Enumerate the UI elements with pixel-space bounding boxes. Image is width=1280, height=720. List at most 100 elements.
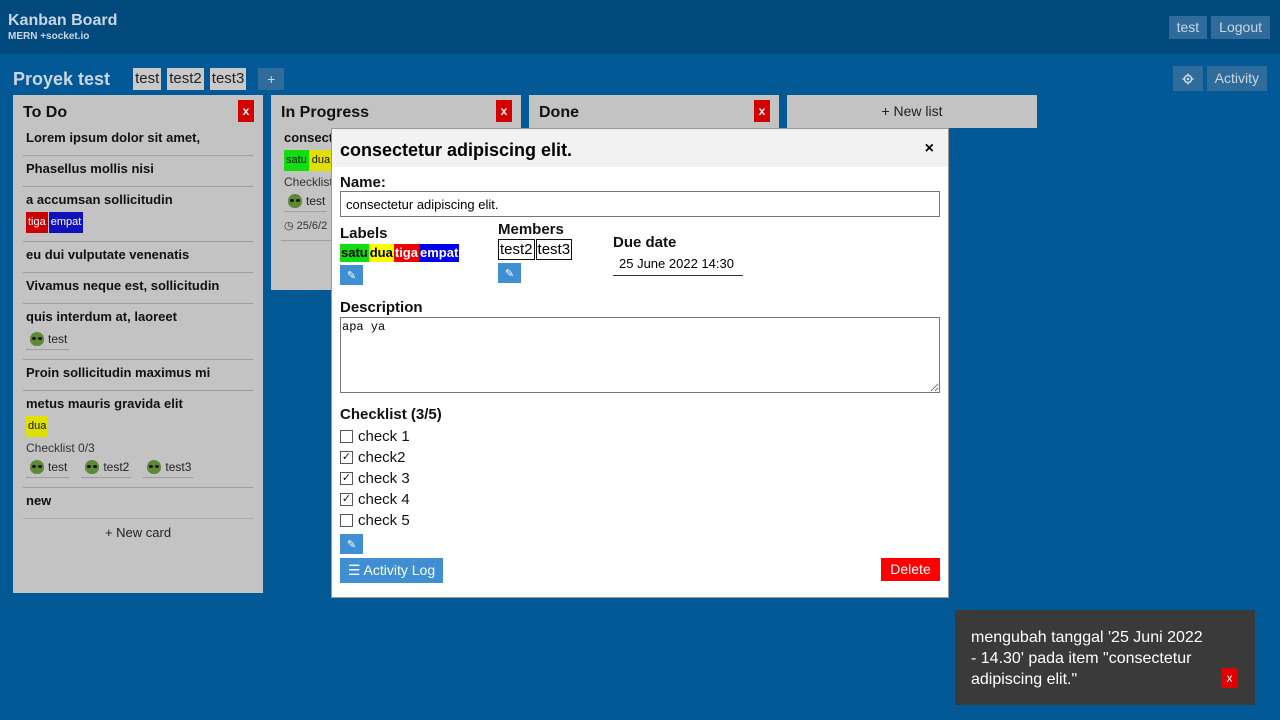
description-textarea[interactable]: apa ya [340,317,940,393]
list-header: In Progress x [271,95,521,125]
due-date-input[interactable]: 25 June 2022 14:30 [613,252,743,276]
logout-button[interactable]: Logout [1211,16,1270,39]
activity-button[interactable]: Activity [1206,66,1267,91]
list-title: To Do [23,104,68,121]
edit-labels-button[interactable]: ✎ [340,265,363,285]
list-title: Done [539,104,579,121]
card[interactable]: Phasellus mollis nisi [23,156,253,187]
card-member: test [284,194,328,212]
checkbox[interactable] [340,430,353,443]
checklist-section: Checklist (3/5) check 1 ✓ check2 ✓ check 3… [340,406,442,554]
card-container: Lorem ipsum dolor sit amet, Phasellus mo… [13,125,263,518]
edit-members-button[interactable]: ✎ [498,263,521,283]
members-label: Members [498,221,564,238]
label-tiga: tiga [26,212,48,233]
new-card-button[interactable]: + New card [23,518,253,546]
user-controls: test Logout [1168,16,1270,39]
card-title: metus mauris gravida elit [26,396,183,411]
card-member: test2 [81,460,132,478]
card-title: new [26,493,52,508]
gear-icon [1182,73,1194,84]
checklist-item-text: check 4 [358,491,410,508]
alien-avatar-icon [85,460,100,474]
member-tab-test2[interactable]: test2 [167,68,204,90]
checklist-progress: Checklist 0/3 [26,441,95,455]
card[interactable]: Vivamus neque est, sollicitudin [23,273,253,304]
delete-list-button[interactable]: x [496,100,512,122]
pencil-icon: ✎ [346,269,357,282]
app-title: Kanban Board [8,12,118,29]
list-todo: To Do x Lorem ipsum dolor sit amet, Phas… [13,95,263,593]
checklist-items: check 1 ✓ check2 ✓ check 3 ✓ check 4 check … [340,426,442,531]
labels-section: Labels satu dua tiga empat ✎ [340,225,460,285]
delete-list-button[interactable]: x [754,100,770,122]
label-dua: dua [368,244,394,262]
modal-title: consectetur adipiscing elit. [340,140,573,160]
delete-list-button[interactable]: x [238,100,254,122]
list-header: To Do x [13,95,263,125]
alien-avatar-icon [147,460,162,474]
alien-avatar-icon [30,332,44,346]
card[interactable]: new [23,488,253,518]
checkbox-checked[interactable]: ✓ [340,472,353,485]
label-dua: dua [26,416,49,437]
card-detail-modal: consectetur adipiscing elit. × Name: Lab… [331,128,949,598]
clock-icon: ◷ [284,220,294,232]
card-title: Lorem ipsum dolor sit amet, [26,130,201,145]
label-dua: dua [309,150,333,171]
card[interactable]: a accumsan sollicitudin tiga empat [23,187,253,242]
settings-button[interactable] [1172,66,1203,91]
card[interactable]: Lorem ipsum dolor sit amet, [23,125,253,156]
activity-log-button[interactable]: ☰ Activity Log [340,558,443,583]
label-satu: satu [284,150,309,171]
alien-avatar-icon [288,194,302,208]
card-member: test [26,460,70,478]
list-done: Done x [529,95,779,128]
card-title: eu dui vulputate venenatis [26,247,190,262]
checklist-label: Checklist (3/5) [340,406,442,423]
card[interactable]: Proin sollicitudin maximus mi [23,360,253,391]
card-title: Phasellus mollis nisi [26,161,154,176]
add-member-button[interactable]: + [258,68,285,90]
list-title: In Progress [281,104,370,121]
name-label: Name: [340,174,386,191]
checklist-item-text: check2 [358,449,406,466]
project-controls: Activity [1172,66,1267,91]
checkbox-checked[interactable]: ✓ [340,451,353,464]
toast-close-button[interactable]: x [1221,668,1238,688]
delete-card-button[interactable]: Delete [881,558,940,581]
list-header: Done x [529,95,779,125]
card[interactable]: quis interdum at, laoreet test [23,304,253,360]
project-title: Proyek test [13,68,111,89]
edit-checklist-button[interactable]: ✎ [340,534,363,554]
description-label: Description [340,299,423,316]
member-tab-test3[interactable]: test3 [209,68,247,90]
checklist-item-text: check 5 [358,512,410,529]
due-date-text: 25/6/2 [296,219,328,232]
label-tiga: tiga [393,244,419,262]
user-button[interactable]: test [1168,16,1208,39]
label-empat: empat [48,212,84,233]
card-title: a accumsan sollicitudin [26,192,173,207]
brand: Kanban Board MERN +socket.io [8,12,117,43]
toast-message: mengubah tanggal '25 Juni 2022 - 14.30' … [971,629,1203,688]
checklist-item: ✓ check 4 [340,489,442,510]
member-tab-test[interactable]: test [133,68,162,90]
member-chip: test2 [498,239,535,260]
label-list: satu dua tiga empat [340,244,460,262]
new-list-button[interactable]: + New list [787,95,1037,128]
checkbox-checked[interactable]: ✓ [340,493,353,506]
name-input[interactable] [340,191,940,217]
close-icon[interactable]: × [925,140,934,158]
members-section: Members test2 test3 ✎ [498,221,573,283]
checklist-item: check 5 [340,510,442,531]
card-title: quis interdum at, laoreet [26,309,177,324]
notification-toast: mengubah tanggal '25 Juni 2022 - 14.30' … [955,610,1255,705]
member-list: test2 test3 [498,239,573,260]
member-chip: test3 [535,239,573,260]
card[interactable]: eu dui vulputate venenatis [23,242,253,273]
checklist-item-text: check 1 [358,428,410,445]
card[interactable]: metus mauris gravida elit dua Checklist … [23,391,253,488]
checkbox[interactable] [340,514,353,527]
app-subtitle: MERN +socket.io [8,31,90,42]
